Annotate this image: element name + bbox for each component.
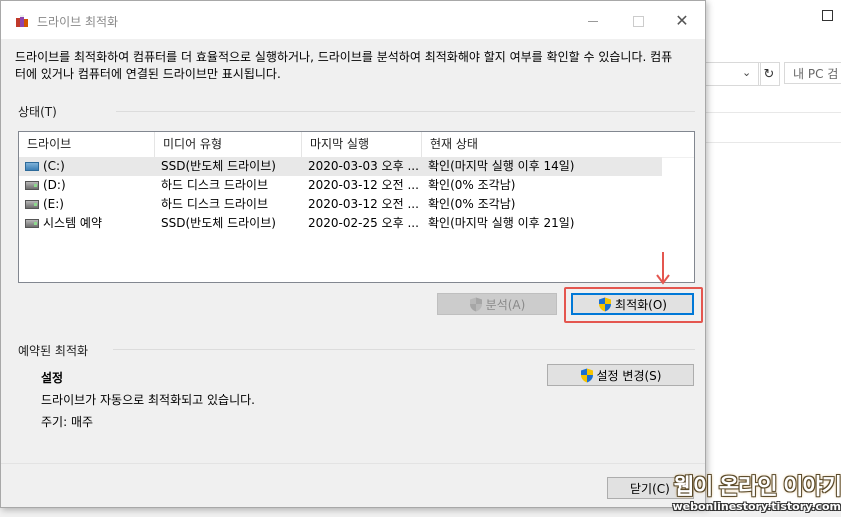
list-header: 드라이브 미디어 유형 마지막 실행 현재 상태 [19,132,694,158]
media-type-cell: 하드 디스크 드라이브 [161,178,268,192]
description-text: 드라이브를 최적화하여 컴퓨터를 더 효율적으로 실행하거나, 드라이브를 분석… [15,50,673,81]
watermark-url: webonlinestory.tistory.com [672,500,841,513]
drive-name: 시스템 예약 [43,216,103,230]
drive-row[interactable]: (E:) 하드 디스크 드라이브 2020-03-12 오전 ... 확인(0%… [19,195,662,214]
optimize-button-label: 최적화(O) [615,297,667,312]
status-group-label: 상태(T) [18,105,57,119]
column-header-current-status[interactable]: 현재 상태 [422,132,662,157]
status-cell: 확인(0% 조각남) [428,197,516,211]
drive-cell: (C:) [19,157,155,176]
frequency-text: 주기: 매주 [41,415,94,429]
maximize-button[interactable] [629,13,647,29]
annotation-arrow-icon [656,252,670,285]
drive-row[interactable]: (D:) 하드 디스크 드라이브 2020-03-12 오전 ... 확인(0%… [19,176,662,195]
analyze-button[interactable]: 분석(A) [437,293,557,315]
drive-cell: (E:) [19,195,155,214]
drive-row[interactable]: (C:) SSD(반도체 드라이브) 2020-03-03 오후 ... 확인(… [19,157,662,176]
drive-name: (C:) [43,159,65,173]
maximize-icon[interactable] [822,10,833,21]
title-bar: 드라이브 최적화 ✕ [1,1,705,39]
drive-cell: (D:) [19,176,155,195]
column-header-drive[interactable]: 드라이브 [19,132,155,157]
last-run-cell: 2020-03-12 오전 ... [308,197,419,211]
chevron-down-icon[interactable]: ⌄ [742,66,751,79]
minimize-button[interactable] [584,13,602,29]
last-run-cell: 2020-03-03 오후 ... [308,159,419,173]
auto-optimize-text: 드라이브가 자동으로 최적화되고 있습니다. [41,393,255,407]
optimize-button[interactable]: 최적화(O) [571,293,694,315]
drive-name: (D:) [43,178,66,192]
status-cell: 확인(마지막 실행 이후 14일) [428,159,575,173]
search-input[interactable]: 내 PC 검 [784,62,841,84]
media-type-cell: 하드 디스크 드라이브 [161,197,268,211]
drive-row[interactable]: 시스템 예약 SSD(반도체 드라이브) 2020-02-25 오후 ... 확… [19,214,662,233]
drive-cell: 시스템 예약 [19,214,155,233]
last-run-cell: 2020-03-12 오전 ... [308,178,419,192]
status-cell: 확인(마지막 실행 이후 21일) [428,216,575,230]
settings-title: 설정 [41,371,64,385]
media-type-cell: SSD(반도체 드라이브) [161,216,276,230]
column-header-media-type[interactable]: 미디어 유형 [155,132,302,157]
group-divider [116,111,695,112]
hdd-drive-icon [25,181,39,190]
uac-shield-icon [599,297,612,311]
address-bar[interactable] [700,62,761,86]
close-icon[interactable]: ✕ [673,13,691,29]
uac-shield-icon [580,368,593,382]
group-divider [113,349,695,350]
divider [706,142,841,143]
window-title: 드라이브 최적화 [37,15,119,29]
divider [706,112,841,113]
ssd-drive-icon [25,162,39,171]
hdd-drive-icon [25,219,39,228]
scheduled-group-label: 예약된 최적화 [18,344,89,358]
drive-list[interactable]: 드라이브 미디어 유형 마지막 실행 현재 상태 (C:) SSD(반도체 드라… [18,131,695,283]
hdd-drive-icon [25,200,39,209]
footer-divider [1,463,705,464]
change-settings-label: 설정 변경(S) [596,368,662,383]
watermark: 웹이 온라인 이야기 webonlinestory.tistory.com [656,475,841,514]
watermark-title: 웹이 온라인 이야기 [673,475,841,500]
analyze-button-label: 분석(A) [485,297,526,312]
drive-name: (E:) [43,197,64,211]
media-type-cell: SSD(반도체 드라이브) [161,159,276,173]
last-run-cell: 2020-02-25 오후 ... [308,216,419,230]
optimize-drives-dialog: 드라이브 최적화 ✕ 드라이브를 최적화하여 컴퓨터를 더 효율적으로 실행하거… [0,0,706,508]
change-settings-button[interactable]: 설정 변경(S) [547,364,694,386]
defrag-app-icon [16,15,28,27]
status-cell: 확인(0% 조각남) [428,178,516,192]
column-header-last-run[interactable]: 마지막 실행 [302,132,422,157]
refresh-icon[interactable]: ↻ [758,62,780,86]
uac-shield-icon [469,297,482,311]
